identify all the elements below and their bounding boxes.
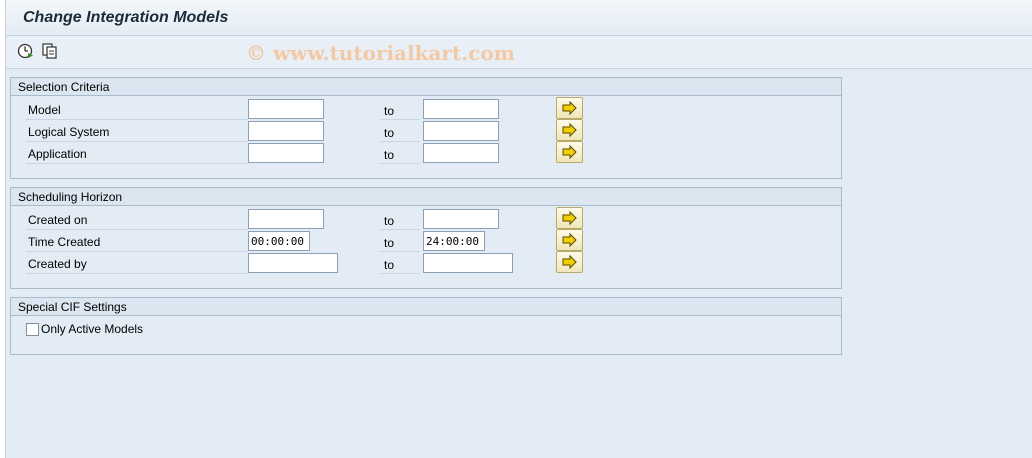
application-toolbar: © www.tutorialkart.com xyxy=(6,36,1032,69)
group-header: Scheduling Horizon xyxy=(11,188,841,206)
time-created-high-input[interactable] xyxy=(423,231,485,251)
arrow-right-icon xyxy=(562,255,577,269)
page-title: Change Integration Models xyxy=(23,9,229,26)
created-by-multiple-selection-button[interactable] xyxy=(556,251,583,273)
application-multiple-selection-button[interactable] xyxy=(556,141,583,163)
execute-button[interactable] xyxy=(17,42,37,60)
selection-criteria-group: Selection Criteria Model to Logical Syst… xyxy=(10,77,842,179)
to-label: to xyxy=(380,254,420,274)
time-created-label: Time Created xyxy=(26,232,248,252)
application-label: Application xyxy=(26,144,248,164)
created-by-high-input[interactable] xyxy=(423,253,513,273)
time-created-multiple-selection-button[interactable] xyxy=(556,229,583,251)
to-label: to xyxy=(380,232,420,252)
watermark: © www.tutorialkart.com xyxy=(246,41,515,65)
to-label: to xyxy=(380,144,420,164)
created-on-multiple-selection-button[interactable] xyxy=(556,207,583,229)
only-active-models-checkbox[interactable] xyxy=(26,323,39,336)
arrow-right-icon xyxy=(562,145,577,159)
logical-system-high-input[interactable] xyxy=(423,121,499,141)
created-on-label: Created on xyxy=(26,210,248,230)
get-variant-button[interactable] xyxy=(41,42,61,60)
created-on-high-input[interactable] xyxy=(423,209,499,229)
application-row: Application to xyxy=(11,141,841,166)
created-by-label: Created by xyxy=(26,254,248,274)
scheduling-horizon-group: Scheduling Horizon Created on to Time Cr… xyxy=(10,187,842,289)
to-label: to xyxy=(380,122,420,142)
to-label: to xyxy=(380,210,420,230)
to-label: to xyxy=(380,100,420,120)
application-high-input[interactable] xyxy=(423,143,499,163)
model-low-input[interactable] xyxy=(248,99,324,119)
application-low-input[interactable] xyxy=(248,143,324,163)
group-header: Selection Criteria xyxy=(11,78,841,96)
logical-system-multiple-selection-button[interactable] xyxy=(556,119,583,141)
special-cif-settings-group: Special CIF Settings Only Active Models xyxy=(10,297,842,355)
arrow-right-icon xyxy=(562,101,577,115)
logical-system-row: Logical System to xyxy=(11,119,841,144)
created-by-row: Created by to xyxy=(11,251,841,276)
time-created-row: Time Created to xyxy=(11,229,841,254)
arrow-right-icon xyxy=(562,233,577,247)
group-header: Special CIF Settings xyxy=(11,298,841,316)
only-active-models-label[interactable]: Only Active Models xyxy=(41,322,143,336)
created-by-low-input[interactable] xyxy=(248,253,338,273)
title-bar: Change Integration Models xyxy=(6,0,1032,36)
logical-system-label: Logical System xyxy=(26,122,248,142)
main-window: Change Integration Models © www.tutorial… xyxy=(5,0,1032,458)
clock-execute-icon xyxy=(17,43,33,59)
time-created-low-input[interactable] xyxy=(248,231,310,251)
model-multiple-selection-button[interactable] xyxy=(556,97,583,119)
model-high-input[interactable] xyxy=(423,99,499,119)
arrow-right-icon xyxy=(562,211,577,225)
model-row: Model to xyxy=(11,97,841,122)
created-on-row: Created on to xyxy=(11,207,841,232)
created-on-low-input[interactable] xyxy=(248,209,324,229)
model-label: Model xyxy=(26,100,248,120)
logical-system-low-input[interactable] xyxy=(248,121,324,141)
arrow-right-icon xyxy=(562,123,577,137)
get-variant-icon xyxy=(42,43,57,59)
